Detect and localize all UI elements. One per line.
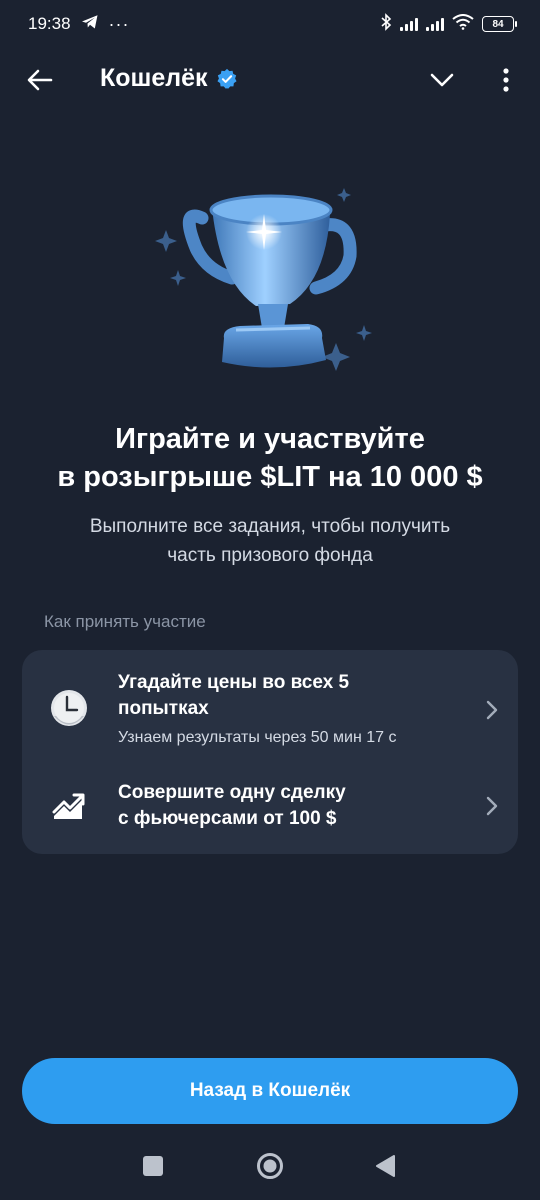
task-text: Угадайте цены во всех 5 попытках Узнаем … xyxy=(118,670,474,750)
promo-headline: Играйте и участвуйте в розыгрыше $LIT на… xyxy=(0,420,540,496)
header: Кошелёк xyxy=(0,52,540,108)
back-to-wallet-button[interactable]: Назад в Кошелёк xyxy=(22,1058,518,1124)
section-label: Как принять участие xyxy=(44,612,206,631)
more-button[interactable] xyxy=(494,64,518,96)
task-title-line-1: Угадайте цены во всех 5 xyxy=(118,672,350,693)
status-more-dots: ··· xyxy=(108,13,130,34)
headline-line-2: в розыгрыше $LIT на 10 000 $ xyxy=(57,461,483,493)
system-back-icon[interactable] xyxy=(374,1154,396,1178)
status-left: 19:38 ··· xyxy=(28,14,130,35)
wifi-icon xyxy=(452,13,474,35)
status-bar: 19:38 ··· 84 xyxy=(0,0,540,48)
task-title-line-2: попытках xyxy=(118,698,209,719)
task-futures-trade[interactable]: Совершите одну сделку с фьючерсами от 10… xyxy=(22,768,518,844)
arrow-left-icon xyxy=(27,69,53,91)
battery-icon: 84 xyxy=(482,16,517,32)
task-title-line-2: с фьючерсами от 100 $ xyxy=(118,808,337,829)
page-title: Кошелёк xyxy=(100,64,208,92)
more-vertical-icon xyxy=(503,68,509,92)
chevron-right-icon xyxy=(486,796,498,816)
bluetooth-icon xyxy=(380,12,392,36)
trending-up-icon xyxy=(48,785,90,827)
status-right: 84 xyxy=(380,12,517,36)
signal-icon xyxy=(400,17,418,31)
clock-icon xyxy=(48,689,90,731)
battery-level: 84 xyxy=(492,18,504,30)
task-guess-prices[interactable]: Угадайте цены во всех 5 попытках Узнаем … xyxy=(22,662,518,758)
task-title-line-1: Совершите одну сделку xyxy=(118,782,346,803)
task-title: Угадайте цены во всех 5 попытках xyxy=(118,670,474,722)
chevron-down-icon xyxy=(430,73,454,87)
telegram-icon xyxy=(81,14,99,35)
chevron-right-icon xyxy=(486,700,498,720)
promo-subtext: Выполните все задания, чтобы получить ча… xyxy=(0,512,540,570)
expand-button[interactable] xyxy=(426,64,458,96)
tasks-card: Угадайте цены во всех 5 попытках Узнаем … xyxy=(22,650,518,854)
verified-badge-icon xyxy=(217,68,237,89)
subtext-line-1: Выполните все задания, чтобы получить xyxy=(89,516,451,537)
task-text: Совершите одну сделку с фьючерсами от 10… xyxy=(118,780,474,832)
signal-icon-2 xyxy=(426,17,444,31)
status-time: 19:38 xyxy=(28,14,71,33)
task-subtitle: Узнаем результаты через 50 мин 17 с xyxy=(118,729,397,746)
system-nav-bar xyxy=(0,1140,540,1200)
home-icon[interactable] xyxy=(256,1152,284,1180)
recent-apps-icon[interactable] xyxy=(143,1156,163,1176)
title-wrap: Кошелёк xyxy=(100,64,238,93)
task-title: Совершите одну сделку с фьючерсами от 10… xyxy=(118,780,474,832)
subtext-line-2: часть призового фонда xyxy=(167,545,373,566)
headline-line-1: Играйте и участвуйте xyxy=(115,423,425,455)
trophy-icon xyxy=(140,170,400,390)
back-button[interactable] xyxy=(22,62,58,98)
